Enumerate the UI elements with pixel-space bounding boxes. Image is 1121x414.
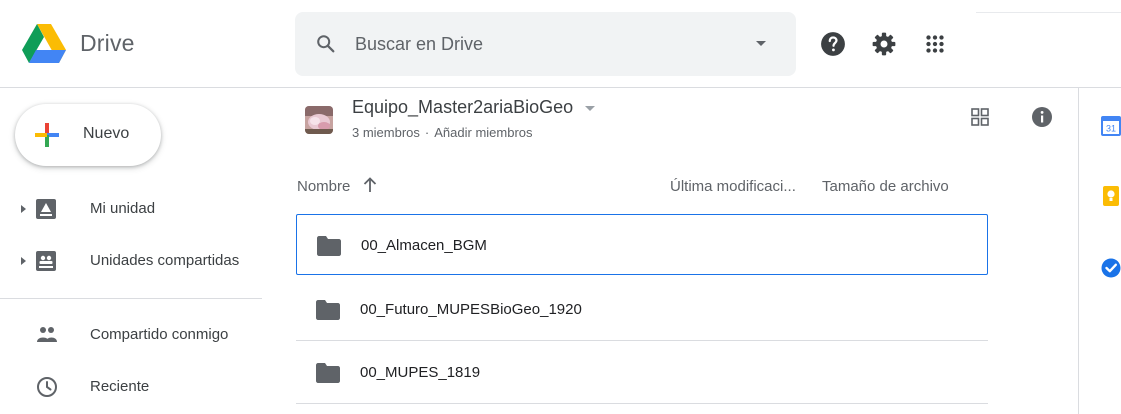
team-drive-name[interactable]: Equipo_Master2ariaBioGeo xyxy=(352,97,573,118)
folder-menu-caret-icon[interactable] xyxy=(585,106,595,111)
row-divider xyxy=(296,340,988,341)
shared-drives-icon xyxy=(36,251,56,271)
apps-grid-icon[interactable] xyxy=(922,31,948,57)
my-drive-icon xyxy=(36,199,56,219)
column-headers: Nombre Última modificaci... Tamaño de ar… xyxy=(297,172,987,202)
file-name: 00_Almacen_BGM xyxy=(361,237,487,254)
new-button[interactable]: Nuevo xyxy=(15,104,161,166)
app-title[interactable]: Drive xyxy=(80,30,135,57)
sidebar-item-my-drive[interactable]: Mi unidad xyxy=(0,190,280,230)
sidebar-item-shared-with-me[interactable]: Compartido conmigo xyxy=(0,316,280,356)
account-area-divider xyxy=(976,12,1121,13)
sidebar-item-label: Unidades compartidas xyxy=(90,252,240,269)
members-line: 3 miembros · Añadir miembros xyxy=(352,125,533,140)
members-separator: · xyxy=(424,125,430,140)
expand-arrow-icon[interactable] xyxy=(21,257,26,265)
sidebar-item-label: Reciente xyxy=(90,378,150,395)
settings-gear-icon[interactable] xyxy=(871,31,897,57)
column-file-size[interactable]: Tamaño de archivo xyxy=(822,178,949,195)
search-options-caret-icon[interactable] xyxy=(756,41,766,46)
add-members-link[interactable]: Añadir miembros xyxy=(434,125,532,140)
folder-header: Equipo_Master2ariaBioGeo 3 miembros · Añad… xyxy=(297,92,1077,152)
clock-icon xyxy=(37,377,57,397)
file-row[interactable]: 00_Futuro_MUPESBioGeo_1920 xyxy=(296,279,988,340)
search-icon[interactable] xyxy=(315,33,337,55)
expand-arrow-icon[interactable] xyxy=(21,205,26,213)
members-count[interactable]: 3 miembros xyxy=(352,125,420,140)
calendar-day: 31 xyxy=(1106,124,1116,134)
sort-ascending-arrow-icon[interactable] xyxy=(361,176,379,194)
column-last-modified[interactable]: Última modificaci... xyxy=(670,178,796,195)
search-bar[interactable] xyxy=(295,12,796,76)
header: Drive xyxy=(0,0,1121,88)
file-row[interactable]: 00_Almacen_BGM xyxy=(296,214,988,275)
folder-icon xyxy=(316,300,340,320)
new-button-label: Nuevo xyxy=(83,125,130,142)
calendar-icon[interactable]: 31 xyxy=(1101,116,1121,136)
file-name: 00_MUPES_1819 xyxy=(360,364,481,381)
column-name[interactable]: Nombre xyxy=(297,178,350,195)
sidebar-item-recent[interactable]: Reciente xyxy=(0,368,280,408)
search-input[interactable] xyxy=(355,30,735,58)
people-icon xyxy=(37,327,57,342)
plus-icon xyxy=(35,123,59,147)
info-icon[interactable] xyxy=(1031,106,1053,128)
side-panel-divider xyxy=(1078,88,1079,414)
sidebar-item-shared-drives[interactable]: Unidades compartidas xyxy=(0,242,280,282)
team-drive-thumbnail[interactable] xyxy=(305,106,333,134)
sidebar-divider xyxy=(0,298,262,299)
folder-icon xyxy=(316,363,340,383)
keep-icon[interactable] xyxy=(1101,186,1121,206)
sidebar-item-label: Mi unidad xyxy=(90,200,156,217)
drive-logo-icon[interactable] xyxy=(22,24,66,64)
file-name: 00_Futuro_MUPESBioGeo_1920 xyxy=(360,301,582,318)
help-icon[interactable] xyxy=(820,31,846,57)
row-divider xyxy=(296,403,988,404)
grid-view-icon[interactable] xyxy=(971,108,989,126)
sidebar-item-label: Compartido conmigo xyxy=(90,326,229,343)
file-row[interactable]: 00_MUPES_1819 xyxy=(296,342,988,403)
folder-icon xyxy=(317,236,341,256)
tasks-icon[interactable] xyxy=(1101,258,1121,278)
